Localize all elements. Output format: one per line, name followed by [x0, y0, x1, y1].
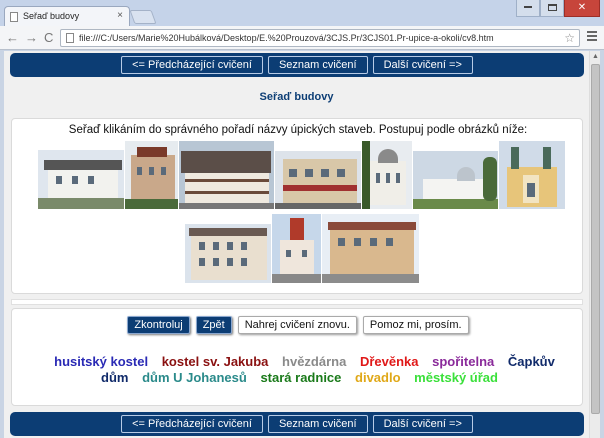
forward-arrow-icon[interactable]: → [25, 30, 38, 45]
word-item[interactable]: spořitelna [432, 354, 494, 369]
exercise-list-button[interactable]: Seznam cvičení [267, 56, 368, 74]
word-item[interactable]: husitský kostel [54, 354, 148, 369]
scroll-thumb[interactable] [591, 64, 600, 414]
building-photo-10 [322, 214, 419, 283]
next-exercise-button[interactable]: Další cvičení => [372, 415, 473, 433]
previous-exercise-button[interactable]: <= Předcházející cvičení [121, 415, 263, 433]
maximize-button[interactable] [540, 0, 564, 17]
menu-icon[interactable] [587, 31, 597, 43]
tab-close-icon[interactable]: × [117, 10, 123, 21]
reload-exercise-button[interactable]: Nahrej cvičení znovu. [237, 316, 357, 334]
page-icon [10, 12, 18, 22]
exercise-card: Seřaď klikáním do správného pořadí názvy… [11, 118, 583, 294]
check-button[interactable]: Zkontroluj [127, 316, 190, 334]
building-photo-5 [362, 141, 412, 209]
back-button[interactable]: Zpět [195, 316, 232, 334]
url-text: file:///C:/Users/Marie%20Hubálková/Deskt… [79, 33, 494, 43]
instructions: Seřaď klikáním do správného pořadí názvy… [68, 124, 528, 136]
exercise-nav-top: <= Předcházející cvičení Seznam cvičení … [10, 53, 584, 77]
word-item[interactable]: hvězdárna [282, 354, 346, 369]
exercise-nav-bottom: <= Předcházející cvičení Seznam cvičení … [10, 412, 584, 436]
page-viewport: <= Předcházející cvičení Seznam cvičení … [4, 51, 589, 438]
answer-card: Zkontroluj Zpět Nahrej cvičení znovu. Po… [11, 308, 583, 406]
back-arrow-icon[interactable]: ← [6, 30, 19, 45]
word-item[interactable]: dům U Johanesů [142, 370, 247, 385]
word-item[interactable]: Dřevěnka [360, 354, 419, 369]
next-exercise-button[interactable]: Další cvičení => [372, 56, 473, 74]
minimize-icon [524, 6, 532, 9]
word-item[interactable]: kostel sv. Jakuba [162, 354, 269, 369]
building-photo-1 [38, 150, 124, 209]
building-photo-3 [179, 141, 274, 209]
minimize-button[interactable] [516, 0, 540, 17]
building-photo-4 [275, 151, 361, 209]
browser-tab-bar: Seřaď budovy × ✕ [0, 0, 604, 27]
word-item[interactable]: stará radnice [260, 370, 341, 385]
section-divider [11, 299, 583, 305]
tab-title: Seřaď budovy [23, 11, 80, 21]
window-controls: ✕ [516, 0, 600, 17]
word-item[interactable]: městský úřad [414, 370, 498, 385]
action-buttons: Zkontroluj Zpět Nahrej cvičení znovu. Po… [12, 316, 584, 334]
building-photo-7 [499, 141, 565, 209]
help-button[interactable]: Pomoz mi, prosím. [362, 316, 469, 334]
address-bar[interactable]: file:///C:/Users/Marie%20Hubálková/Deskt… [60, 29, 580, 47]
building-photo-9 [272, 214, 321, 283]
close-icon: ✕ [577, 2, 587, 13]
word-item[interactable]: divadlo [355, 370, 401, 385]
building-photo-8 [185, 224, 271, 283]
page-icon [66, 33, 74, 43]
scroll-up-icon[interactable]: ▲ [592, 53, 599, 60]
maximize-icon [547, 3, 557, 11]
browser-toolbar: ← → C file:///C:/Users/Marie%20Hubálková… [0, 26, 604, 50]
previous-exercise-button[interactable]: <= Předcházející cvičení [121, 56, 263, 74]
reload-icon[interactable]: C [44, 30, 53, 45]
page-title: Seřaď budovy [259, 91, 334, 103]
building-photo-2 [125, 141, 178, 209]
exercise-list-button[interactable]: Seznam cvičení [267, 415, 368, 433]
browser-tab[interactable]: Seřaď budovy × [4, 6, 130, 27]
vertical-scrollbar[interactable]: ▲ [589, 51, 600, 438]
word-bank: husitský kostel kostel sv. Jakuba hvězdá… [32, 354, 572, 386]
new-tab-button[interactable] [129, 10, 157, 24]
star-icon[interactable]: ☆ [564, 31, 575, 45]
close-button[interactable]: ✕ [564, 0, 600, 17]
building-photo-6 [413, 151, 498, 209]
